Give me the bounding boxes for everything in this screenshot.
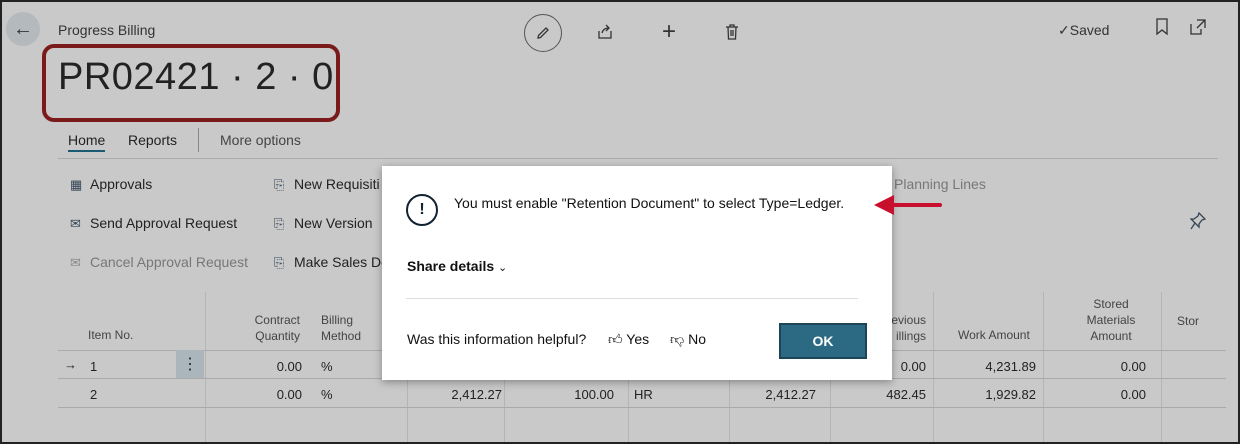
saved-label: Saved <box>1069 22 1110 38</box>
tab-more-options[interactable]: More options <box>220 132 301 148</box>
annotation-arrow-icon <box>874 195 942 215</box>
header-item-no[interactable]: Item No. <box>88 327 133 343</box>
dialog-message: You must enable "Retention Document" to … <box>454 195 845 211</box>
new-requisition-action[interactable]: ⎘ New Requisiti <box>274 176 380 193</box>
cancel-approval-request-action[interactable]: ✉ Cancel Approval Request <box>70 254 248 271</box>
cell-contract-qty[interactable]: 0.00 <box>248 359 302 374</box>
helpful-question: Was this information helpful? <box>407 331 587 347</box>
page-title: PR02421 · 2 · 0 <box>58 56 334 98</box>
cell-work-amount[interactable]: 4,231.89 <box>948 359 1036 374</box>
header-stored-line2: Materials <box>1086 313 1136 327</box>
row-menu-icon[interactable]: ⋮ <box>176 350 204 378</box>
app-window: ← Progress Billing PR02421 · 2 · 0 + ✓Sa… <box>0 0 1240 444</box>
new-version-action[interactable]: ⎘ New Version <box>274 215 373 232</box>
approvals-label: Approvals <box>90 176 153 192</box>
add-icon[interactable]: + <box>651 14 687 50</box>
tab-reports[interactable]: Reports <box>128 132 177 148</box>
cell-stored[interactable]: 0.00 <box>1068 387 1146 402</box>
header-billing-method-line1: Billing <box>321 313 354 327</box>
open-new-window-icon[interactable] <box>1189 18 1207 41</box>
back-arrow-icon[interactable]: ← <box>6 12 40 46</box>
new-version-label: New Version <box>294 215 373 231</box>
approvals-action[interactable]: ▦ Approvals <box>70 176 152 193</box>
column-divider <box>1043 292 1044 442</box>
cell-work-amount[interactable]: 1,929.82 <box>948 387 1036 402</box>
dialog-divider <box>406 298 858 299</box>
thumbs-up-icon: 👍︎ <box>608 331 623 347</box>
send-approval-label: Send Approval Request <box>90 215 238 231</box>
cancel-approval-icon: ✉ <box>70 255 81 270</box>
header-stored-line1: Stored <box>1093 297 1129 311</box>
cell-stored[interactable]: 0.00 <box>1068 359 1146 374</box>
cell-unit[interactable]: HR <box>634 387 653 402</box>
make-sales-document-action[interactable]: ⎘ Make Sales Do <box>274 254 389 271</box>
send-approval-icon: ✉ <box>70 216 81 231</box>
cell-item-no[interactable]: 1 <box>90 359 97 374</box>
new-requisition-icon: ⎘ <box>274 177 285 192</box>
helpful-no-button[interactable]: 👎︎ No <box>670 331 706 348</box>
header-billing-method[interactable]: Billing Method <box>321 312 361 344</box>
yes-label: Yes <box>626 331 650 347</box>
edit-pencil-icon[interactable] <box>524 14 562 52</box>
cell-total[interactable]: 2,412.27 <box>734 387 816 402</box>
share-details-label: Share details <box>407 258 495 274</box>
ok-button[interactable]: OK <box>779 323 867 359</box>
header-stor[interactable]: Stor <box>1177 313 1199 329</box>
header-contract-quantity-line2: Quantity <box>255 329 300 343</box>
header-stored-materials-amount[interactable]: Stored Materials Amount <box>1078 296 1144 344</box>
error-dialog: ! You must enable "Retention Document" t… <box>382 166 892 380</box>
cell-contract-qty[interactable]: 0.00 <box>248 387 302 402</box>
header-stored-line3: Amount <box>1090 329 1132 343</box>
cell-prev-billings[interactable]: 482.45 <box>868 387 926 402</box>
bookmark-icon[interactable] <box>1155 18 1169 41</box>
header-work-amount[interactable]: Work Amount <box>958 327 1030 343</box>
cancel-approval-label: Cancel Approval Request <box>90 254 248 270</box>
make-sales-label: Make Sales Do <box>294 254 389 270</box>
chevron-down-icon: ⌄ <box>498 262 508 274</box>
new-version-icon: ⎘ <box>274 216 285 231</box>
tab-home[interactable]: Home <box>68 132 106 152</box>
share-details-toggle[interactable]: Share details ⌄ <box>407 258 507 274</box>
row-divider <box>58 407 1226 408</box>
send-approval-request-action[interactable]: ✉ Send Approval Request <box>70 215 237 232</box>
column-divider <box>1161 292 1162 442</box>
checkmark-icon: ✓ <box>1058 22 1070 38</box>
no-label: No <box>688 331 707 347</box>
info-exclamation-icon: ! <box>406 194 438 226</box>
cell-billing-method[interactable]: % <box>321 359 333 374</box>
pin-icon[interactable] <box>1189 211 1207 235</box>
header-contract-quantity[interactable]: Contract Quantity <box>238 312 300 344</box>
make-sales-icon: ⎘ <box>274 255 285 270</box>
thumbs-down-icon: 👎︎ <box>670 331 685 347</box>
header-contract-quantity-line1: Contract <box>254 313 300 327</box>
cell-amount[interactable]: 2,412.27 <box>418 387 502 402</box>
approvals-icon: ▦ <box>70 177 83 192</box>
tab-divider <box>198 128 199 152</box>
cell-billing-method[interactable]: % <box>321 387 333 402</box>
cell-percent[interactable]: 100.00 <box>528 387 614 402</box>
new-requisition-label: New Requisiti <box>294 176 380 192</box>
row-indicator-arrow-icon: → <box>64 357 77 372</box>
column-divider <box>205 292 206 442</box>
delete-trash-icon[interactable] <box>714 14 750 50</box>
saved-status: ✓Saved <box>1058 22 1109 39</box>
header-billing-method-line2: Method <box>321 329 362 343</box>
column-divider <box>933 292 934 442</box>
helpful-yes-button[interactable]: 👍︎ Yes <box>608 331 649 348</box>
breadcrumb: Progress Billing <box>58 22 156 38</box>
share-icon[interactable] <box>587 14 623 50</box>
cell-item-no[interactable]: 2 <box>90 387 97 402</box>
